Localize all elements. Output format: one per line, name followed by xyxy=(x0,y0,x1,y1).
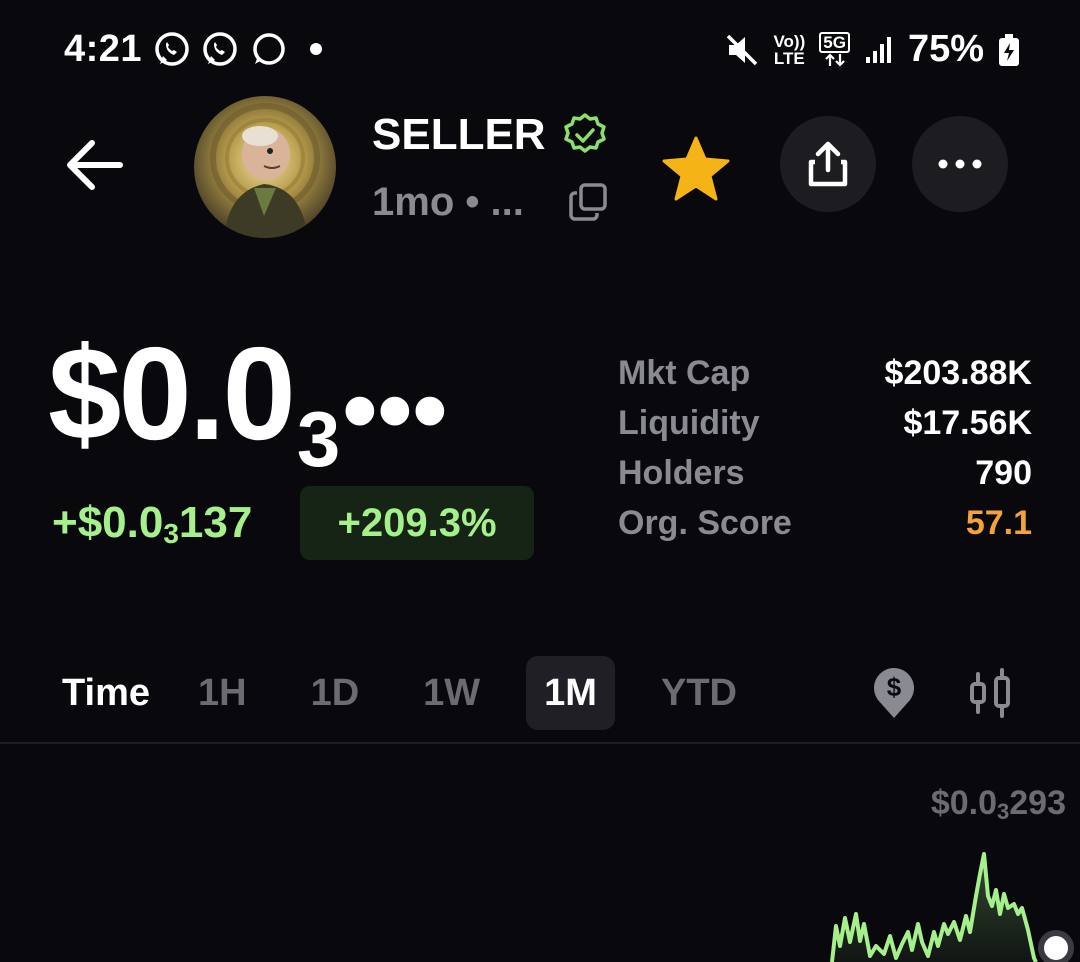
stat-liquidity: Liquidity $17.56K xyxy=(618,398,1032,448)
chart-current-point xyxy=(1038,930,1074,962)
change-zero-count: 3 xyxy=(163,518,179,549)
chat-bubble-icon xyxy=(253,33,285,65)
more-horizontal-icon xyxy=(938,159,982,169)
whatsapp-icon xyxy=(203,32,237,66)
dollar-pin-icon[interactable]: $ xyxy=(870,664,918,720)
stat-value: $17.56K xyxy=(903,403,1032,442)
token-stats: Mkt Cap $203.88K Liquidity $17.56K Holde… xyxy=(618,348,1032,548)
network-type-label: 5G xyxy=(819,32,850,53)
battery-charging-icon xyxy=(999,33,1019,66)
avatar-image xyxy=(194,96,336,238)
stat-label: Org. Score xyxy=(618,503,792,542)
timeframe-1h[interactable]: 1H xyxy=(180,656,265,730)
timeframe-1d[interactable]: 1D xyxy=(293,656,378,730)
timeframe-1w[interactable]: 1W xyxy=(405,656,498,730)
status-time: 4:21 xyxy=(64,28,143,70)
battery-percent: 75% xyxy=(907,28,984,70)
timeframe-ytd[interactable]: YTD xyxy=(643,656,755,730)
price-change-absolute: +$0.0 3 137 xyxy=(52,498,253,549)
stat-label: Mkt Cap xyxy=(618,353,751,392)
price-change-percent-badge: +209.3% xyxy=(300,486,534,560)
svg-text:$: $ xyxy=(887,672,902,702)
token-price: $0.0 3 ••• xyxy=(48,320,448,479)
system-status: Vo)) LTE 5G 75% xyxy=(725,28,1020,71)
back-button[interactable] xyxy=(58,130,134,200)
candlestick-icon[interactable] xyxy=(966,668,1014,718)
token-name: SELLER xyxy=(372,110,546,159)
stat-value: 790 xyxy=(975,453,1032,492)
network-5g: 5G xyxy=(819,32,850,67)
volte-top: Vo)) xyxy=(773,31,806,51)
volte-indicator: Vo)) LTE xyxy=(773,33,805,67)
token-age: 1mo • ... xyxy=(372,180,524,224)
price-truncation: ••• xyxy=(342,354,448,466)
timeframe-title: Time xyxy=(62,671,151,714)
change-suffix: 137 xyxy=(178,498,253,547)
stat-value: 57.1 xyxy=(965,503,1032,542)
stat-organic-score: Org. Score 57.1 xyxy=(618,498,1032,548)
share-icon xyxy=(808,141,848,187)
signal-icon xyxy=(865,36,891,63)
share-button[interactable] xyxy=(780,116,876,212)
stat-holders: Holders 790 xyxy=(618,448,1032,498)
chart-area-fill xyxy=(832,854,1036,962)
verified-badge-icon xyxy=(564,113,606,153)
notification-dot xyxy=(310,43,322,55)
copy-icon[interactable] xyxy=(568,182,608,222)
volte-bottom: LTE xyxy=(773,48,805,68)
more-options-button[interactable] xyxy=(912,116,1008,212)
stat-value: $203.88K xyxy=(884,353,1032,392)
notification-icons xyxy=(152,30,288,70)
section-divider xyxy=(0,742,1080,744)
stat-label: Liquidity xyxy=(618,403,760,442)
data-arrows-icon xyxy=(824,53,845,67)
stat-market-cap: Mkt Cap $203.88K xyxy=(618,348,1032,398)
change-prefix: +$0.0 xyxy=(52,498,164,547)
price-chart[interactable] xyxy=(0,746,1080,962)
price-zero-count: 3 xyxy=(296,395,341,483)
favorite-star-icon[interactable] xyxy=(660,134,732,202)
price-prefix: $0.0 xyxy=(48,320,296,467)
timeframe-1m[interactable]: 1M xyxy=(526,656,615,730)
mute-icon xyxy=(727,34,758,65)
stat-label: Holders xyxy=(618,453,745,492)
token-avatar[interactable] xyxy=(194,96,336,238)
arrow-left-icon xyxy=(67,140,123,190)
whatsapp-icon xyxy=(155,32,189,66)
